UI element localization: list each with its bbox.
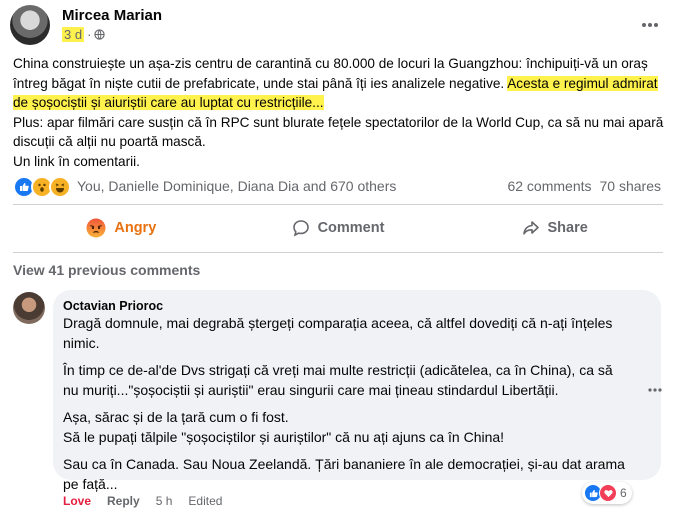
comment-edited[interactable]: Edited <box>188 494 222 508</box>
share-icon <box>522 221 539 235</box>
reaction-icons[interactable] <box>13 176 71 198</box>
comment-button[interactable]: Comment <box>230 208 447 248</box>
comment-paragraph: Sau ca în Canada. Sau Noua Zeelandă. Țăr… <box>63 456 625 492</box>
more-dots-icon <box>648 388 662 392</box>
comment-bubble: Octavian Prioroc Dragă domnule, mai degr… <box>53 290 661 492</box>
comments-count[interactable]: 62 comments <box>507 178 591 194</box>
comment-reactions[interactable]: 6 <box>582 482 632 504</box>
commenter-avatar[interactable] <box>13 292 45 324</box>
reactions-summary: You, Danielle Dominique, Diana Dia and 6… <box>13 176 663 198</box>
comment-icon <box>292 220 309 237</box>
post-meta: 3 d · <box>62 27 106 42</box>
divider <box>13 204 663 205</box>
comment-time[interactable]: 5 h <box>156 494 173 508</box>
comment-paragraph: Așa, sărac și de la țară cum o fi fost. … <box>63 409 505 445</box>
comment-reaction-count: 6 <box>620 486 627 500</box>
comment-more-button[interactable] <box>645 380 665 400</box>
post-paragraph-2: Plus: apar filmări care susțin că în RPC… <box>13 114 664 150</box>
comment-body: Dragă domnule, mai degrabă ștergeți comp… <box>63 314 628 502</box>
comment-label: Comment <box>317 220 385 236</box>
post-text: China construiește un așa-zis centru de … <box>13 54 668 171</box>
share-label: Share <box>547 220 588 236</box>
view-previous-comments[interactable]: View 41 previous comments <box>13 262 200 278</box>
angry-icon <box>86 218 106 238</box>
post-paragraph-1: China construiește un așa-zis centru de … <box>13 56 658 110</box>
post-header: Mircea Marian 3 d · <box>10 5 670 45</box>
angry-label: Angry <box>114 220 157 236</box>
reaction-names[interactable]: You, Danielle Dominique, Diana Dia and 6… <box>77 178 396 194</box>
more-dots-icon <box>642 23 658 27</box>
post-more-button[interactable] <box>636 11 664 39</box>
angry-reaction-button[interactable]: Angry <box>13 208 230 248</box>
post-time[interactable]: 3 d <box>62 27 85 42</box>
post-action-row: Angry Comment Share <box>13 208 663 248</box>
globe-icon[interactable] <box>94 29 106 40</box>
comment-author[interactable]: Octavian Prioroc <box>63 299 163 313</box>
post-paragraph-3: Un link în comentarii. <box>13 153 140 169</box>
comment-paragraph: Dragă domnule, mai degrabă ștergeți comp… <box>63 315 613 351</box>
haha-icon <box>49 176 71 198</box>
comment-paragraph: În timp ce de-al'de Dvs strigați că vreț… <box>63 362 613 398</box>
author-avatar[interactable] <box>10 5 50 45</box>
divider <box>13 252 663 253</box>
meta-separator: · <box>87 27 92 42</box>
shares-count[interactable]: 70 shares <box>600 178 661 194</box>
comment-actions: Love Reply 5 h Edited <box>63 494 222 508</box>
share-button[interactable]: Share <box>446 208 663 248</box>
comment-love-button[interactable]: Love <box>63 494 91 508</box>
comment-reply-button[interactable]: Reply <box>107 494 140 508</box>
heart-icon <box>599 484 617 502</box>
post-counts: 62 comments 70 shares <box>507 178 661 194</box>
post-author[interactable]: Mircea Marian <box>62 7 162 24</box>
